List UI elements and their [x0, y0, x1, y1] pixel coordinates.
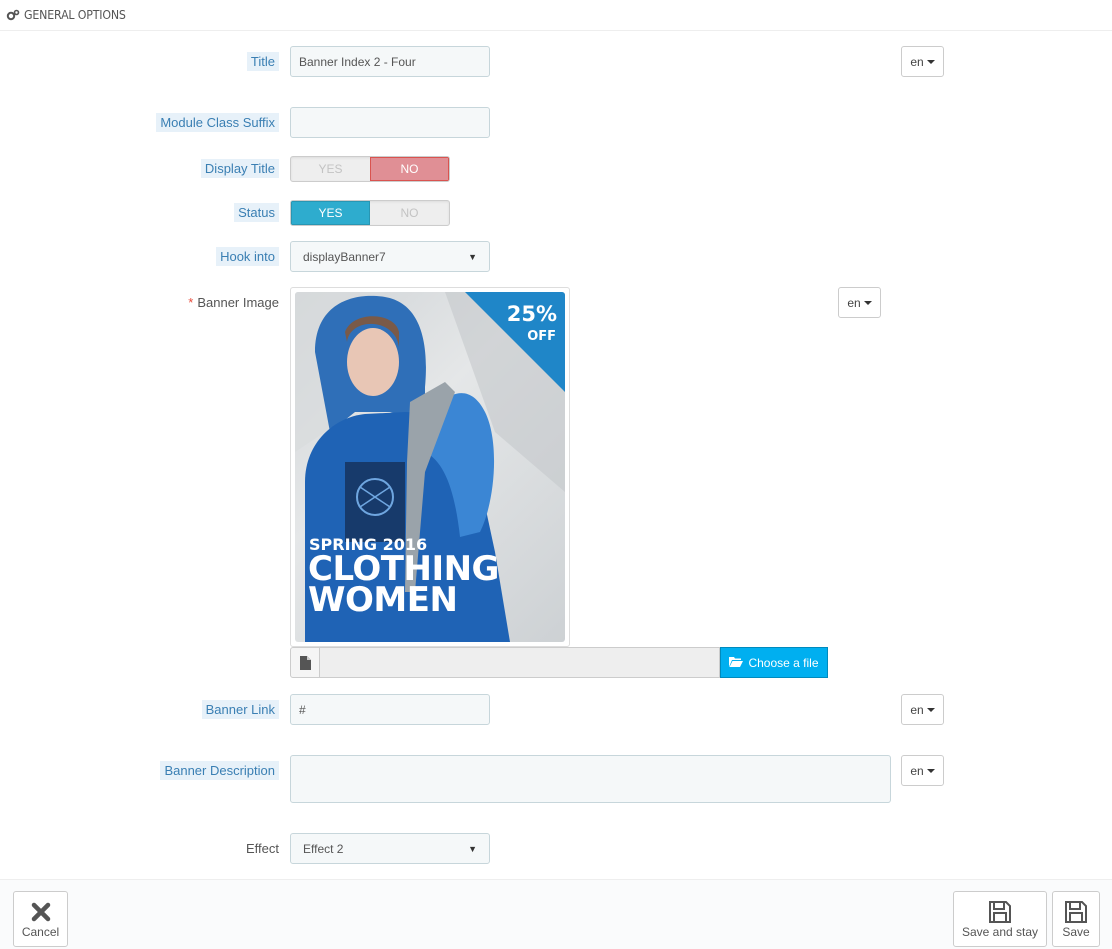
close-icon: [31, 899, 51, 925]
floppy-disk-icon: [1064, 899, 1088, 925]
banner-off-text: OFF: [527, 329, 556, 344]
title-input[interactable]: Banner Index 2 - Four: [290, 46, 490, 77]
banner-headline-line2: WOMEN: [308, 580, 458, 620]
banner-image-language-dropdown[interactable]: en: [838, 287, 881, 318]
save-button[interactable]: Save: [1052, 891, 1100, 947]
status-yes-option[interactable]: YES: [291, 201, 371, 225]
panel-footer: Cancel Save and stay Save: [0, 879, 1112, 949]
effect-select[interactable]: Effect 2 ▼: [290, 833, 490, 864]
effect-value: Effect 2: [303, 841, 344, 856]
banner-link-label: Banner Link: [201, 700, 279, 719]
file-upload-row: Choose a file: [290, 647, 828, 678]
title-language-dropdown[interactable]: en: [901, 46, 944, 77]
save-and-stay-button[interactable]: Save and stay: [953, 891, 1047, 947]
banner-description-textarea[interactable]: [290, 755, 891, 803]
banner-link-input[interactable]: #: [290, 694, 490, 725]
hook-into-value: displayBanner7: [303, 249, 386, 264]
file-icon: [290, 647, 320, 678]
display-title-yes-option[interactable]: YES: [291, 157, 370, 181]
choose-file-button[interactable]: Choose a file: [720, 647, 828, 678]
module-class-suffix-input[interactable]: [290, 107, 490, 138]
status-label: Status: [234, 203, 279, 222]
hook-into-select[interactable]: displayBanner7 ▼: [290, 241, 490, 272]
caret-down-icon: [926, 59, 935, 64]
select-arrow-icon: ▼: [468, 843, 477, 854]
floppy-disk-icon: [988, 899, 1012, 925]
save-and-stay-label: Save and stay: [961, 925, 1039, 939]
banner-discount-text: 25%: [506, 302, 557, 326]
module-class-suffix-label: Module Class Suffix: [156, 113, 279, 132]
status-no-option[interactable]: NO: [370, 201, 449, 225]
cancel-button[interactable]: Cancel: [13, 891, 68, 947]
caret-down-icon: [926, 768, 935, 773]
banner-link-language-dropdown[interactable]: en: [901, 694, 944, 725]
hook-into-label: Hook into: [216, 247, 279, 266]
folder-open-icon: [729, 656, 744, 670]
banner-description-language-dropdown[interactable]: en: [901, 755, 944, 786]
caret-down-icon: [926, 707, 935, 712]
banner-description-label: Banner Description: [160, 761, 279, 780]
save-label: Save: [1062, 925, 1090, 939]
panel-heading: GENERAL OPTIONS: [0, 0, 1112, 31]
status-switch[interactable]: YES NO: [290, 200, 450, 226]
title-label: Title: [246, 52, 279, 71]
banner-headline: CLOTHING WOMEN: [308, 552, 499, 620]
banner-image: 25% OFF SPRING 2016 CLOTHING WOMEN: [295, 292, 565, 642]
display-title-switch[interactable]: YES NO: [290, 156, 450, 182]
cogs-icon: [6, 9, 20, 21]
panel-title: GENERAL OPTIONS: [24, 8, 126, 22]
display-title-no-option[interactable]: NO: [369, 157, 449, 181]
display-title-label: Display Title: [200, 159, 279, 178]
banner-image-preview: 25% OFF SPRING 2016 CLOTHING WOMEN: [290, 287, 570, 647]
select-arrow-icon: ▼: [468, 251, 477, 262]
caret-down-icon: [863, 300, 872, 305]
cancel-label: Cancel: [21, 925, 60, 939]
choose-file-label: Choose a file: [748, 655, 819, 670]
banner-image-label: * Banner Image: [188, 295, 279, 310]
file-name-field[interactable]: [320, 647, 720, 678]
effect-label: Effect: [245, 841, 279, 856]
